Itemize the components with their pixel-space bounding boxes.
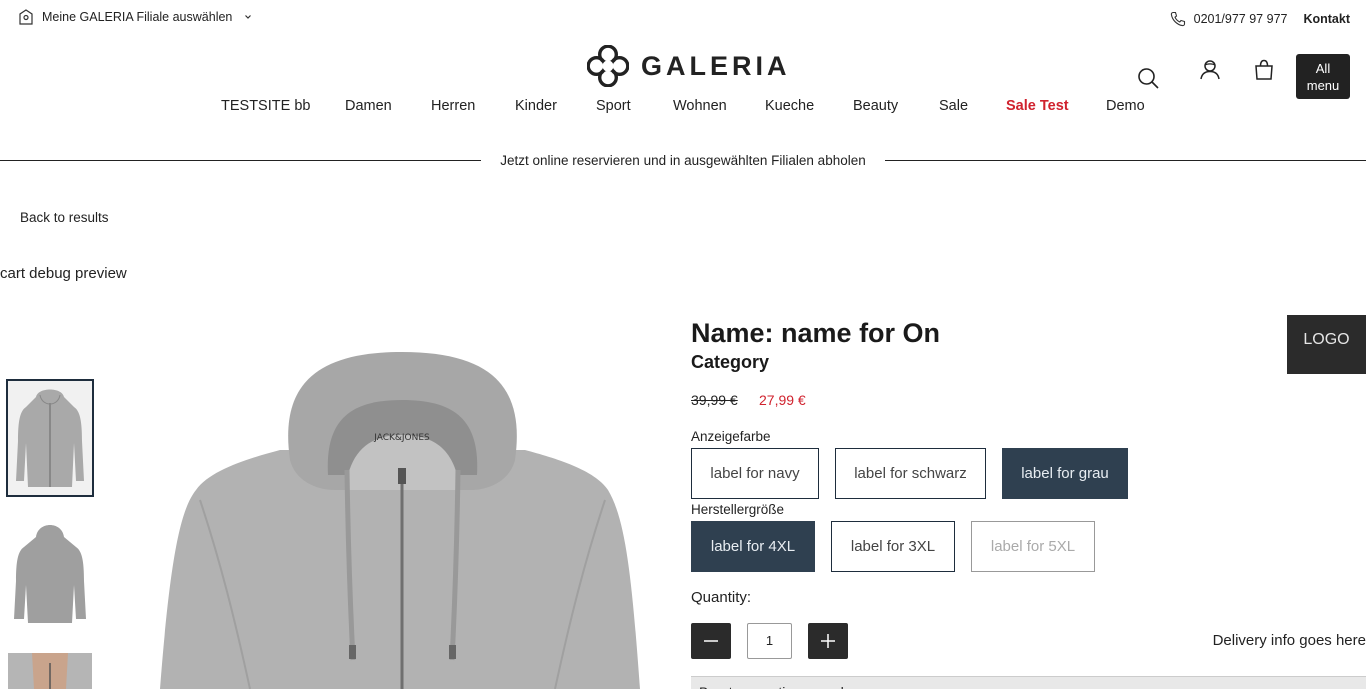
reserve-banner-text: Jetzt online reservieren und in ausgewäh… (500, 153, 866, 168)
page-title: cart debug preview (0, 265, 127, 282)
nav-item-herren[interactable]: Herren (431, 98, 475, 114)
advice-options-accordion[interactable]: Beratungsoptionen und (691, 676, 1366, 689)
store-selector-label: Meine GALERIA Filiale auswählen (42, 10, 233, 24)
all-menu-label-line1: All (1315, 61, 1331, 76)
all-menu-button[interactable]: All menu (1296, 54, 1350, 99)
sale-price: 27,99 € (759, 392, 806, 408)
banner-divider-left (0, 160, 481, 161)
account-icon[interactable] (1198, 58, 1222, 82)
color-option-navy[interactable]: label for navy (691, 448, 819, 499)
nav-item-sport[interactable]: Sport (596, 98, 631, 114)
chevron-down-icon (245, 15, 252, 19)
old-price: 39,99 € (691, 392, 738, 408)
plus-icon (821, 634, 835, 648)
phone-number-link[interactable]: 0201/977 97 977 (1194, 12, 1288, 26)
product-main-image[interactable]: JACK&JONES (140, 340, 660, 689)
quantity-label: Quantity: (691, 589, 752, 606)
nav-item-sale[interactable]: Sale (939, 98, 968, 114)
size-option-3xl[interactable]: label for 3XL (831, 521, 955, 572)
size-option-5xl[interactable]: label for 5XL (971, 521, 1095, 572)
quantity-increase-button[interactable] (808, 623, 848, 659)
back-to-results-link[interactable]: Back to results (20, 210, 109, 225)
nav-item-beauty[interactable]: Beauty (853, 98, 898, 114)
svg-text:JACK&JONES: JACK&JONES (373, 433, 430, 443)
product-category: Category (691, 352, 770, 372)
phone-icon (1170, 11, 1185, 27)
top-bar: Meine GALERIA Filiale auswählen 0201/977… (0, 0, 1366, 36)
store-selector[interactable]: Meine GALERIA Filiale auswählen (18, 9, 252, 25)
quantity-decrease-button[interactable] (691, 623, 731, 659)
nav-item-sale-test[interactable]: Sale Test (1006, 98, 1069, 114)
banner-divider-right (885, 160, 1366, 161)
all-menu-label-line2: menu (1306, 78, 1340, 93)
color-label: Anzeigefarbe (691, 429, 771, 444)
main-nav: TESTSITE bb Damen Herren Kinder Sport Wo… (0, 98, 1366, 116)
quantity-input[interactable]: 1 (747, 623, 792, 659)
thumbnail-front[interactable] (6, 379, 94, 497)
nav-item-kueche[interactable]: Kueche (765, 98, 814, 114)
nav-item-testsite-bb[interactable]: TESTSITE bb (221, 98, 310, 114)
size-option-4xl[interactable]: label for 4XL (691, 521, 815, 572)
contact-area: 0201/977 97 977 Kontakt (1170, 11, 1350, 27)
logo-placeholder: LOGO (1287, 315, 1366, 374)
contact-link[interactable]: Kontakt (1303, 12, 1350, 26)
color-option-grau[interactable]: label for grau (1002, 448, 1128, 499)
nav-item-kinder[interactable]: Kinder (515, 98, 557, 114)
galeria-logo-mark-icon (587, 45, 629, 87)
nav-item-demo[interactable]: Demo (1106, 98, 1145, 114)
minus-icon (704, 640, 718, 642)
hoodie-main-image: JACK&JONES (140, 340, 660, 689)
hoodie-back-thumbnail-image (8, 515, 92, 633)
thumbnail-back[interactable] (8, 515, 92, 633)
nav-item-wohnen[interactable]: Wohnen (673, 98, 727, 114)
hoodie-detail-thumbnail-image (8, 653, 92, 689)
product-name: Name: name for On (691, 318, 941, 348)
hoodie-front-thumbnail-image (8, 381, 92, 495)
store-pin-icon (19, 9, 33, 25)
size-label: Herstellergröße (691, 502, 785, 517)
delivery-info: Delivery info goes here (1212, 632, 1366, 649)
thumbnail-detail[interactable] (8, 653, 92, 689)
nav-item-damen[interactable]: Damen (345, 98, 392, 114)
color-option-schwarz[interactable]: label for schwarz (835, 448, 986, 499)
shopping-bag-icon[interactable] (1252, 58, 1276, 82)
brand-name: GALERIA (641, 50, 791, 81)
galeria-logo[interactable]: GALERIA (587, 45, 791, 87)
search-icon[interactable] (1136, 66, 1160, 90)
